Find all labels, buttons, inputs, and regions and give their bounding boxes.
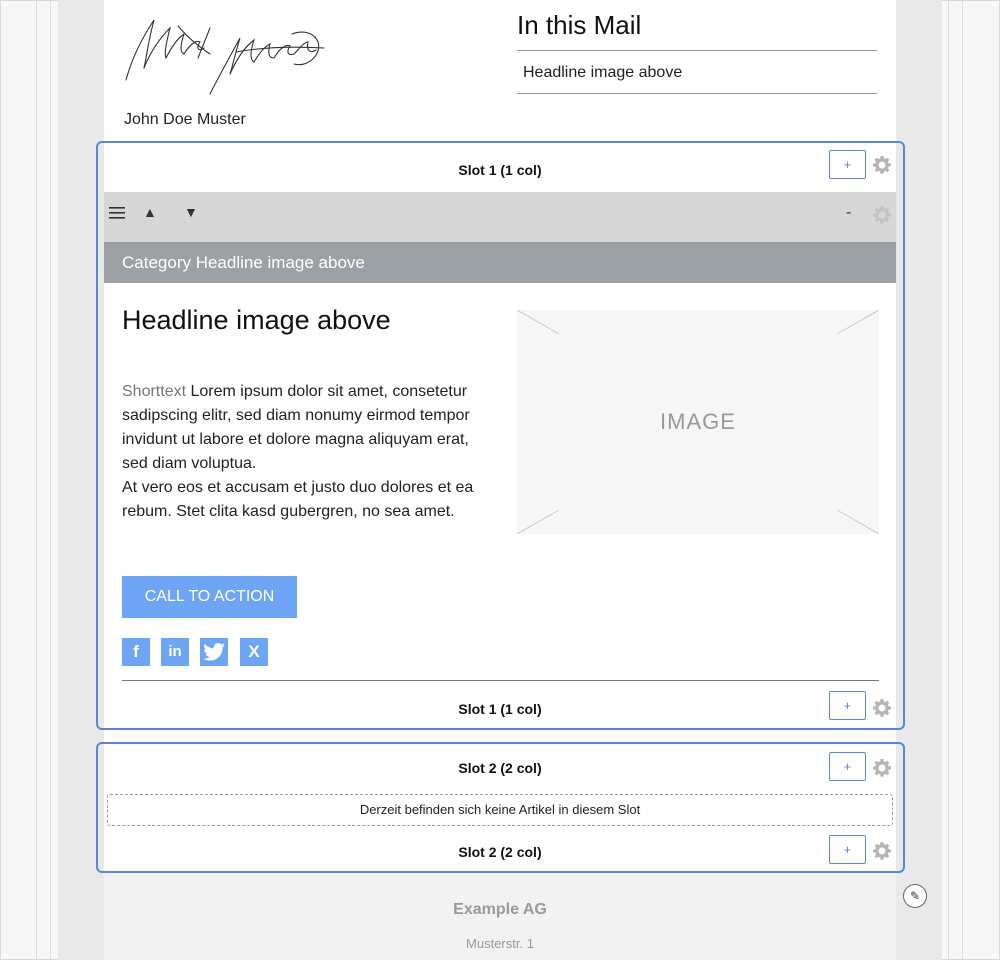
slot-2-add-button-top[interactable]: + bbox=[829, 752, 866, 781]
facebook-icon[interactable]: f bbox=[122, 638, 150, 666]
image-placeholder[interactable]: IMAGE bbox=[517, 310, 879, 534]
collapse-button[interactable]: - bbox=[846, 204, 851, 222]
divider bbox=[517, 50, 877, 51]
footer-address: Musterstr. 1 bbox=[466, 936, 534, 951]
slot-2-settings-gear-icon-top[interactable] bbox=[872, 758, 892, 778]
linkedin-icon[interactable]: in bbox=[161, 638, 189, 666]
toc-item[interactable]: Headline image above bbox=[523, 64, 682, 82]
twitter-icon[interactable] bbox=[200, 638, 228, 666]
move-up-arrow-icon[interactable]: ▲ bbox=[143, 204, 157, 220]
signature-image bbox=[125, 19, 325, 95]
edit-pencil-icon[interactable]: ✎ bbox=[903, 884, 927, 908]
drag-handle-hamburger-icon[interactable] bbox=[109, 206, 125, 220]
toc-title: In this Mail bbox=[517, 10, 642, 40]
slot-1-settings-gear-icon-bottom[interactable] bbox=[872, 698, 892, 718]
slot-2-settings-gear-icon-bottom[interactable] bbox=[872, 841, 892, 861]
footer-company: Example AG bbox=[453, 901, 547, 918]
category-headline: Category Headline image above bbox=[122, 253, 365, 272]
article-headline[interactable]: Headline image above bbox=[122, 305, 391, 336]
article-toolbar bbox=[104, 192, 896, 242]
slot-1-label-top: Slot 1 (1 col) bbox=[458, 162, 542, 178]
slot-2-label-top: Slot 2 (2 col) bbox=[458, 760, 542, 776]
frame-rail bbox=[948, 0, 949, 960]
slot-1-settings-gear-icon-top[interactable] bbox=[872, 155, 892, 175]
article-settings-gear-icon[interactable] bbox=[872, 205, 892, 225]
divider bbox=[122, 680, 879, 681]
move-down-arrow-icon[interactable]: ▼ bbox=[184, 204, 198, 220]
slot-2-add-button-bottom[interactable]: + bbox=[829, 835, 866, 864]
call-to-action-button[interactable]: CALL TO ACTION bbox=[122, 576, 297, 618]
twitter-bird-icon bbox=[203, 643, 225, 661]
xing-icon[interactable]: X bbox=[240, 638, 268, 666]
frame-rail bbox=[36, 0, 37, 960]
article-body[interactable]: Shorttext Lorem ipsum dolor sit amet, co… bbox=[122, 380, 492, 524]
signer-name: John Doe Muster bbox=[124, 111, 246, 128]
slot-1-add-button-bottom[interactable]: + bbox=[829, 691, 866, 720]
category-bar: Category Headline image above bbox=[104, 242, 896, 283]
slot-1-add-button-top[interactable]: + bbox=[829, 150, 866, 179]
article-body-paragraph-2: At vero eos et accusam et justo duo dolo… bbox=[122, 479, 474, 520]
frame-rail bbox=[962, 0, 963, 960]
frame-rail bbox=[50, 0, 51, 960]
divider bbox=[517, 93, 877, 94]
slot-1-label-bottom: Slot 1 (1 col) bbox=[458, 701, 542, 717]
slot-2-label-bottom: Slot 2 (2 col) bbox=[458, 844, 542, 860]
shorttext-label: Shorttext bbox=[122, 383, 187, 400]
image-placeholder-label: IMAGE bbox=[660, 409, 736, 434]
empty-slot-message: Derzeit befinden sich keine Artikel in d… bbox=[107, 794, 893, 826]
